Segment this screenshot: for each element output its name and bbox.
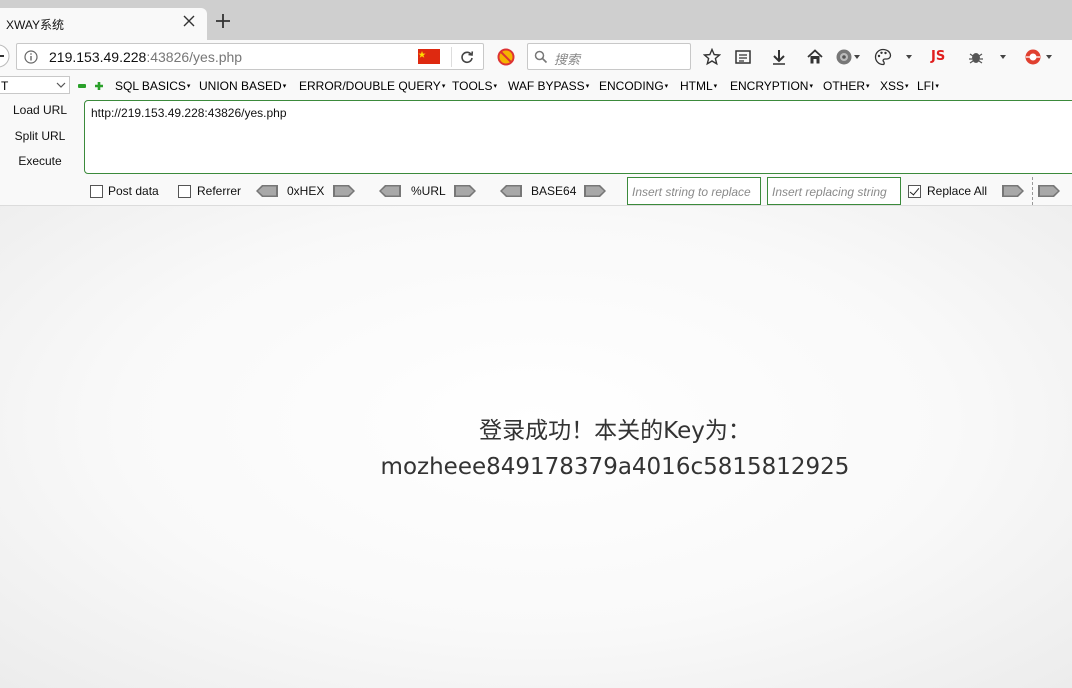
menu-label: ENCODING (599, 79, 664, 93)
menu-label: LFI (917, 79, 935, 93)
hex-encode-arrow-icon[interactable] (333, 185, 355, 197)
search-icon (534, 50, 548, 64)
menu-label: HTML (680, 79, 713, 93)
china-flag-icon (418, 49, 440, 64)
navigation-bar: 219.153.49.228:43826/yes.php 搜索 JS (0, 40, 1072, 74)
replacing-string-input[interactable]: Insert replacing string (767, 177, 901, 205)
url-divider (451, 47, 452, 67)
hackbar-addon-icon[interactable] (1024, 48, 1042, 66)
url-label: %URL (411, 184, 446, 198)
minus-icon[interactable] (78, 84, 86, 88)
url-decode-arrow-icon[interactable] (379, 185, 401, 197)
palette-icon[interactable] (874, 48, 892, 66)
menu-label: WAF BYPASS (508, 79, 585, 93)
menu-label: ENCRYPTION (730, 79, 809, 93)
menu-other[interactable]: OTHER▾ (823, 79, 870, 93)
replacing-string-placeholder: Insert replacing string (772, 185, 887, 199)
url-textarea[interactable]: http://219.153.49.228:43826/yes.php (84, 100, 1072, 174)
replace-string-placeholder: Insert string to replace (632, 185, 751, 199)
menu-encoding[interactable]: ENCODING▾ (599, 79, 668, 93)
base64-encode-arrow-icon[interactable] (584, 185, 606, 197)
post-data-label: Post data (108, 184, 159, 198)
download-icon[interactable] (770, 48, 788, 66)
menu-html[interactable]: HTML▾ (680, 79, 717, 93)
menu-union-based[interactable]: UNION BASED▾ (199, 79, 286, 93)
menu-sql-basics[interactable]: SQL BASICS▾ (115, 79, 190, 93)
menu-xss[interactable]: XSS▾ (880, 79, 909, 93)
hackbar-panel: T SQL BASICS▾ UNION BASED▾ ERROR/DOUBLE … (0, 74, 1072, 206)
page-content: 登录成功！本关的Key为： mozheee849178379a4016c5815… (0, 206, 1072, 688)
url-path: :43826/yes.php (146, 49, 243, 65)
reading-list-icon[interactable] (734, 48, 752, 66)
chevron-down-icon[interactable] (1044, 52, 1054, 62)
search-bar[interactable]: 搜索 (527, 43, 691, 70)
referrer-label: Referrer (197, 184, 242, 198)
chevron-down-icon[interactable] (904, 52, 914, 62)
base64-label: BASE64 (531, 184, 577, 198)
hackbar-version-select[interactable]: T (0, 76, 70, 94)
hex-decode-arrow-icon[interactable] (256, 185, 278, 197)
menu-waf-bypass[interactable]: WAF BYPASS▾ (508, 79, 589, 93)
menu-lfi[interactable]: LFI▾ (917, 79, 939, 93)
replace-all-label: Replace All (927, 184, 988, 198)
menu-label: SQL BASICS (115, 79, 186, 93)
close-icon[interactable] (181, 13, 197, 29)
reload-icon[interactable] (459, 49, 475, 65)
js-icon[interactable]: JS (931, 49, 945, 64)
back-arrow-icon[interactable] (0, 43, 14, 69)
plus-icon[interactable] (94, 81, 104, 91)
success-message: 登录成功！本关的Key为： (479, 418, 751, 444)
hackbar-select-value: T (1, 79, 9, 93)
referrer-checkbox[interactable] (178, 185, 191, 198)
new-tab-plus-icon[interactable] (214, 12, 232, 30)
split-url-button[interactable]: Split URL (6, 129, 74, 143)
tab-strip: XWAY系统 (0, 0, 1072, 40)
search-input[interactable]: 搜索 (554, 49, 580, 68)
base64-decode-arrow-icon[interactable] (500, 185, 522, 197)
url-bar[interactable]: 219.153.49.228:43826/yes.php (16, 43, 484, 70)
hex-label: 0xHEX (287, 184, 325, 198)
replace-arrow-icon[interactable] (1002, 185, 1024, 197)
menu-label: OTHER (823, 79, 865, 93)
menu-encryption[interactable]: ENCRYPTION▾ (730, 79, 813, 93)
load-url-button[interactable]: Load URL (6, 103, 74, 117)
post-data-checkbox[interactable] (90, 185, 103, 198)
url-host: 219.153.49.228 (49, 49, 147, 65)
chevron-down-icon[interactable] (998, 52, 1008, 62)
globe-icon[interactable] (835, 48, 853, 66)
bookmark-star-icon[interactable] (703, 48, 721, 66)
url-encode-arrow-icon[interactable] (454, 185, 476, 197)
replace-string-input[interactable]: Insert string to replace (627, 177, 761, 205)
chevron-down-icon (56, 82, 66, 88)
divider (1032, 177, 1033, 205)
menu-label: ERROR/DOUBLE QUERY (299, 79, 441, 93)
url-textarea-value: http://219.153.49.228:43826/yes.php (91, 106, 287, 120)
chevron-down-icon[interactable] (852, 52, 862, 62)
noscript-icon[interactable] (497, 48, 515, 66)
menu-label: XSS (880, 79, 905, 93)
menu-error-double-query[interactable]: ERROR/DOUBLE QUERY▾ (299, 79, 445, 93)
replace-right-arrow-icon[interactable] (1038, 185, 1060, 197)
info-icon[interactable] (24, 50, 38, 64)
menu-label: TOOLS (452, 79, 493, 93)
flag-key: mozheee849178379a4016c5815812925 (380, 454, 850, 480)
url-text: 219.153.49.228:43826/yes.php (49, 49, 242, 65)
menu-tools[interactable]: TOOLS▾ (452, 79, 497, 93)
replace-all-checkbox[interactable] (908, 185, 921, 198)
home-icon[interactable] (806, 48, 824, 66)
tab-title: XWAY系统 (6, 18, 65, 32)
menu-label: UNION BASED (199, 79, 282, 93)
active-tab[interactable]: XWAY系统 (0, 8, 207, 40)
execute-button[interactable]: Execute (6, 154, 74, 168)
bug-icon[interactable] (967, 48, 985, 66)
